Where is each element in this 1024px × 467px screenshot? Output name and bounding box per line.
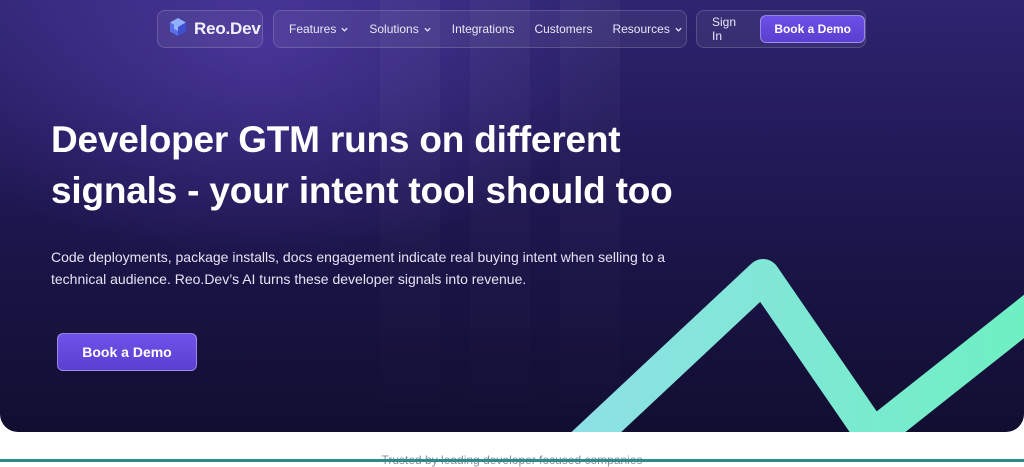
hero-headline-line-2: signals - your intent tool should too (51, 170, 673, 211)
nav-item-label: Features (289, 22, 337, 36)
auth-nav: Sign In Book a Demo (696, 10, 866, 48)
chevron-down-icon (675, 27, 682, 32)
book-demo-hero-button[interactable]: Book a Demo (57, 333, 197, 371)
nav-item-label: Integrations (451, 22, 515, 36)
main-nav: Features Solutions Integrations Customer… (273, 10, 687, 48)
nav-item-label: Customers (534, 22, 593, 36)
hero-section: Reo.Dev Features Solutions Integrations … (0, 0, 1024, 432)
nav-item-resources[interactable]: Resources (612, 22, 682, 36)
hero-headline-line-1: Developer GTM runs on different (51, 119, 621, 160)
nav-item-label: Resources (612, 22, 670, 36)
nav-item-customers[interactable]: Customers (534, 22, 592, 36)
hero-subcopy-line-2: technical audience. Reo.Dev’s AI turns t… (51, 271, 527, 287)
logo-text: Reo.Dev (194, 19, 261, 38)
hero-headline: Developer GTM runs on different signals … (51, 114, 771, 216)
chevron-down-icon (341, 27, 349, 32)
hero-subcopy: Code deployments, package installs, docs… (51, 246, 691, 290)
nav-item-integrations[interactable]: Integrations (452, 22, 515, 36)
nav-item-features[interactable]: Features (289, 22, 349, 36)
nav-item-solutions[interactable]: Solutions (369, 22, 431, 36)
reo-cube-logo-icon (168, 17, 188, 42)
hero-subcopy-line-1: Code deployments, package installs, docs… (51, 249, 666, 265)
nav-item-label: Solutions (369, 22, 419, 36)
logo[interactable]: Reo.Dev (157, 10, 263, 48)
sign-in-link[interactable]: Sign In (712, 15, 745, 43)
chevron-down-icon (424, 27, 431, 32)
book-demo-nav-button[interactable]: Book a Demo (760, 15, 865, 43)
